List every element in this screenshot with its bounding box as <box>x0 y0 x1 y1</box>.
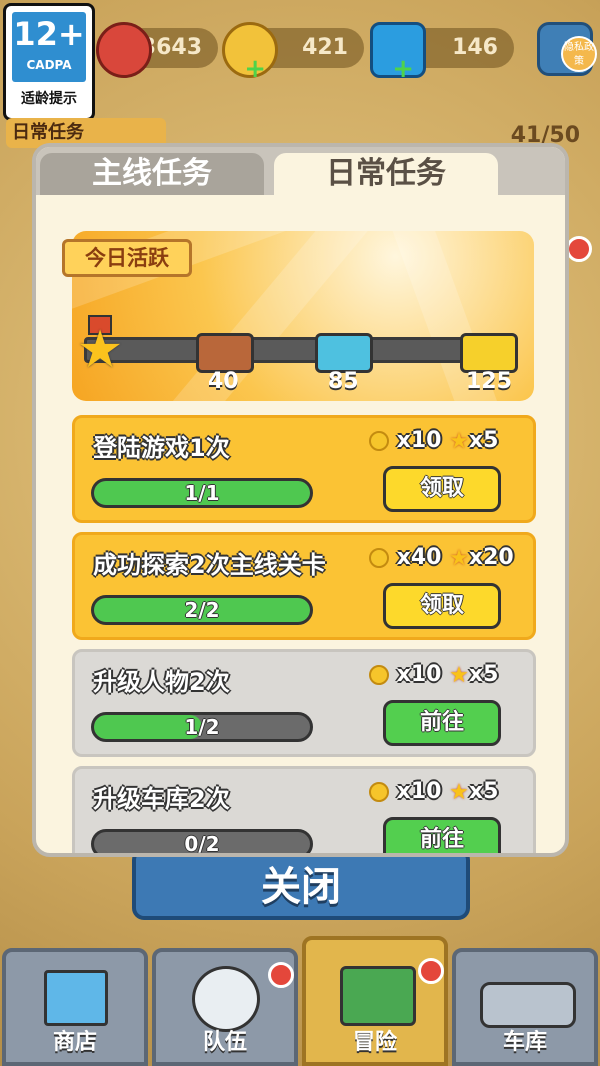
star-medal-icon: ★ <box>449 662 469 688</box>
notification-dot <box>268 962 294 988</box>
tab-bar: 主线任务 日常任务 <box>36 147 565 195</box>
close-label: 关闭 <box>261 864 341 910</box>
nav-shop-label: 商店 <box>52 1030 97 1055</box>
gloves-counter: 3643 <box>96 22 218 78</box>
task-card: 登陆游戏1次 x10 ★x5 1/1 领取 <box>72 415 536 523</box>
coin-icon <box>369 431 389 451</box>
task-progress-bar: 2/2 <box>91 595 313 625</box>
coin-reward: x10 <box>396 779 442 804</box>
nav-garage[interactable]: 车库 <box>452 948 598 1066</box>
claim-button[interactable]: 领取 <box>383 583 501 629</box>
task-progress-bar: 1/2 <box>91 712 313 742</box>
star-medal-icon: ★ <box>449 428 469 454</box>
bottom-nav: 商店 队伍 冒险 车库 <box>0 936 600 1066</box>
task-title: 成功探索2次主线关卡 <box>93 551 326 579</box>
close-button[interactable]: 关闭 <box>132 848 470 920</box>
age-tip: 适龄提示 <box>21 91 77 107</box>
star-reward: x20 <box>468 545 514 570</box>
star-reward: x5 <box>468 428 499 453</box>
nav-team-label: 队伍 <box>202 1030 247 1055</box>
claim-button[interactable]: 领取 <box>383 466 501 512</box>
activity-star-medal-icon: ★ <box>74 315 126 376</box>
team-avatar-icon <box>192 966 260 1032</box>
tab-main-mission[interactable]: 主线任务 <box>40 153 264 195</box>
shop-icon <box>44 970 108 1026</box>
nav-shop[interactable]: 商店 <box>2 948 148 1066</box>
task-reward: x10 ★x5 <box>369 428 498 454</box>
task-card: 成功探索2次主线关卡 x40 ★x20 2/2 领取 <box>72 532 536 640</box>
task-card: 升级车库2次 x10 ★x5 0/2 前往 <box>72 766 536 856</box>
privacy-label: 隐私政策 <box>564 42 594 67</box>
task-reward: x10 ★x5 <box>369 662 498 688</box>
map-icon <box>340 966 416 1026</box>
age-org: CADPA <box>26 58 72 72</box>
task-progress-bar: 0/2 <box>91 829 313 856</box>
privacy-button[interactable]: 隐私政策 <box>561 36 597 72</box>
coin-icon <box>369 548 389 568</box>
notification-dot <box>418 958 444 984</box>
task-card: 升级人物2次 x10 ★x5 1/2 前往 <box>72 649 536 757</box>
age-number: 12+ <box>13 15 85 53</box>
activity-track <box>84 337 516 363</box>
age-rating-box: 12+ CADPA <box>12 12 86 82</box>
star-medal-icon: ★ <box>449 779 469 805</box>
boxing-glove-icon <box>96 22 152 78</box>
milestone-85: 85 <box>328 369 359 394</box>
star-reward: x5 <box>468 779 499 804</box>
star-medal-icon: ★ <box>449 545 469 571</box>
milestone-125: 125 <box>466 369 512 394</box>
today-activity-tag: 今日活跃 <box>62 239 192 277</box>
skull-coin-counter[interactable]: + 421 <box>222 22 364 82</box>
nav-team[interactable]: 队伍 <box>152 948 298 1066</box>
blue-chest-icon[interactable] <box>315 333 373 373</box>
skull-coins-value: 421 <box>302 35 348 60</box>
task-title: 升级人物2次 <box>93 668 230 696</box>
coin-reward: x10 <box>396 662 442 687</box>
task-progress-text: 1/2 <box>184 715 220 739</box>
plus-icon[interactable]: + <box>244 56 266 82</box>
gem-counter[interactable]: + 146 <box>370 22 514 82</box>
milestone-40: 40 <box>208 369 239 394</box>
task-progress-text: 1/1 <box>184 481 220 505</box>
task-reward: x40 ★x20 <box>369 545 514 571</box>
go-button[interactable]: 前往 <box>383 817 501 853</box>
nav-adventure-label: 冒险 <box>352 1030 397 1055</box>
mission-modal: 主线任务 日常任务 今日活跃 ★ 40 85 125 登陆游戏1次 x10 ★x… <box>32 143 569 857</box>
coin-icon <box>369 782 389 802</box>
task-progress-text: 0/2 <box>184 832 220 856</box>
go-button[interactable]: 前往 <box>383 700 501 746</box>
task-progress-bar: 1/1 <box>91 478 313 508</box>
coin-reward: x40 <box>396 545 442 570</box>
gold-chest-icon[interactable] <box>460 333 518 373</box>
task-title: 登陆游戏1次 <box>93 434 230 462</box>
car-icon <box>480 982 576 1028</box>
nav-adventure[interactable]: 冒险 <box>302 936 448 1066</box>
tab-daily-mission[interactable]: 日常任务 <box>274 153 498 195</box>
gems-value: 146 <box>452 35 498 60</box>
task-title: 升级车库2次 <box>93 785 230 813</box>
notification-dot <box>566 236 592 262</box>
coin-icon <box>369 665 389 685</box>
star-reward: x5 <box>468 662 499 687</box>
task-progress-text: 2/2 <box>184 598 220 622</box>
age-rating-badge: 12+ CADPA 适龄提示 <box>3 3 95 121</box>
plus-icon[interactable]: + <box>392 56 414 82</box>
task-reward: x10 ★x5 <box>369 779 498 805</box>
nav-garage-label: 车库 <box>502 1030 547 1055</box>
wooden-chest-icon[interactable] <box>196 333 254 373</box>
coin-reward: x10 <box>396 428 442 453</box>
